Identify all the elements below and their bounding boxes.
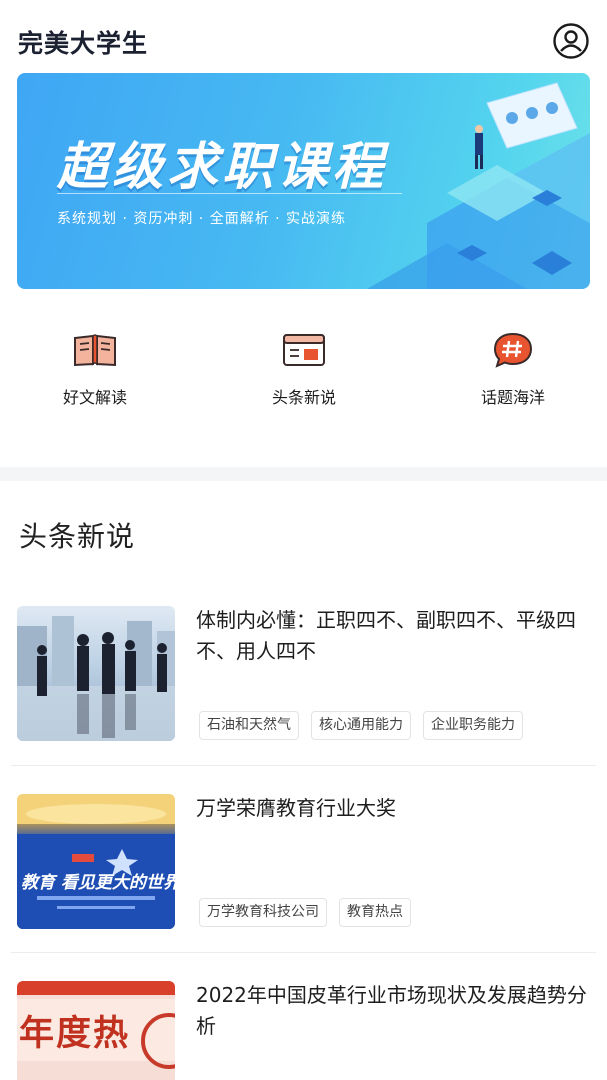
thumbnail-caption: 教育 看见更大的世界 xyxy=(21,873,175,893)
tag-chip[interactable]: 企业职务能力 xyxy=(423,711,523,740)
app-title: 完美大学生 xyxy=(18,29,149,58)
section-title: 头条新说 xyxy=(19,520,136,553)
article-thumbnail: 年度热 xyxy=(17,981,175,1080)
list-divider xyxy=(11,765,596,766)
quick-link-label: 好文解读 xyxy=(62,388,127,407)
section-divider xyxy=(0,467,607,481)
article-title: 万学荣膺教育行业大奖 xyxy=(196,796,396,820)
hashtag-bubble-icon xyxy=(493,332,533,368)
open-book-icon xyxy=(74,334,116,367)
tag-list: 万学教育科技公司 教育热点 xyxy=(199,898,411,927)
article-item[interactable]: 年度热 2022年中国皮革行业市场现状及发展趋势分析 xyxy=(0,980,607,1080)
tag-chip[interactable]: 教育热点 xyxy=(339,898,411,927)
banner-divider xyxy=(57,193,402,194)
article-item[interactable]: 体制内必懂：正职四不、副职四不、平级四不、用人四不 石油和天然气 核心通用能力 … xyxy=(0,605,607,765)
tag-list: 石油和天然气 核心通用能力 企业职务能力 xyxy=(199,711,523,740)
top-bar: 完美大学生 xyxy=(0,0,607,78)
banner-title: 超级求职课程 xyxy=(57,138,388,197)
article-title: 体制内必懂：正职四不、副职四不、平级四不、用人四不 xyxy=(196,608,576,663)
list-divider xyxy=(11,952,596,953)
promo-banner[interactable]: 超级求职课程 系统规划 · 资历冲刺 · 全面解析 · 实战演练 xyxy=(17,73,590,289)
browser-window-icon xyxy=(283,334,325,366)
tag-chip[interactable]: 石油和天然气 xyxy=(199,711,299,740)
quick-link-headlines[interactable]: 头条新说 xyxy=(224,330,384,408)
tag-chip[interactable]: 核心通用能力 xyxy=(311,711,411,740)
tag-chip[interactable]: 万学教育科技公司 xyxy=(199,898,327,927)
article-thumbnail xyxy=(17,606,175,741)
banner-subtitle: 系统规划 · 资历冲刺 · 全面解析 · 实战演练 xyxy=(57,211,347,227)
user-circle-icon[interactable] xyxy=(552,22,590,60)
quick-link-topics[interactable]: 话题海洋 xyxy=(433,330,593,408)
quick-link-label: 话题海洋 xyxy=(480,388,545,407)
article-thumbnail: 教育 看见更大的世界 xyxy=(17,794,175,929)
quick-link-label: 头条新说 xyxy=(271,388,336,407)
quick-link-good-articles[interactable]: 好文解读 xyxy=(15,330,175,408)
article-item[interactable]: 教育 看见更大的世界 万学荣膺教育行业大奖 万学教育科技公司 教育热点 xyxy=(0,793,607,953)
thumbnail-caption: 年度热 xyxy=(19,1014,131,1054)
article-title: 2022年中国皮革行业市场现状及发展趋势分析 xyxy=(196,983,587,1038)
